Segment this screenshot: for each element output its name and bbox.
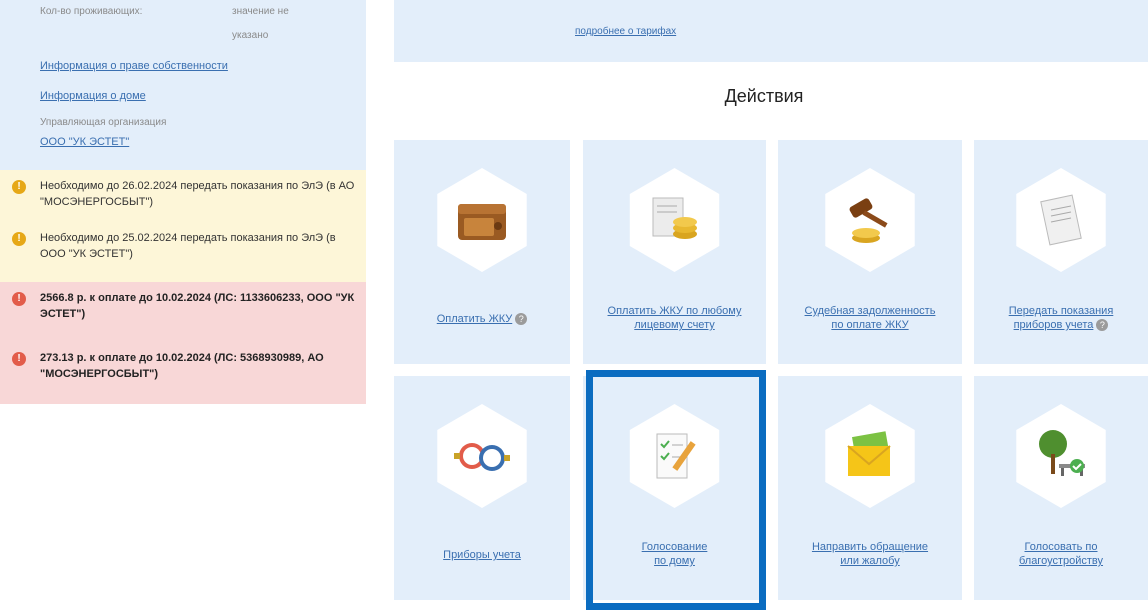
notice-item: ! 273.13 р. к оплате до 10.02.2024 (ЛС: … (0, 342, 366, 404)
exclamation-icon: ! (12, 232, 26, 246)
tile-label-line2[interactable]: по оплате ЖКУ (784, 318, 956, 332)
notice-text: 273.13 р. к оплате до 10.02.2024 (ЛС: 53… (40, 352, 324, 380)
coins-document-icon (652, 197, 697, 239)
management-company-link[interactable]: ООО "УК ЭСТЕТ" (40, 136, 129, 148)
tile-label-line2[interactable]: или жалобу (784, 554, 956, 568)
help-icon[interactable]: ? (515, 313, 528, 326)
notice-item: ! Необходимо до 25.02.2024 передать пока… (0, 222, 366, 282)
notice-text: Необходимо до 26.02.2024 передать показа… (40, 180, 355, 208)
exclamation-icon: ! (12, 292, 26, 306)
document-icon (1040, 194, 1082, 246)
tree-bench-icon (1039, 430, 1085, 476)
tile-label[interactable]: Приборы учета (443, 549, 521, 561)
gavel-icon (849, 198, 888, 243)
tile-label[interactable]: Судебная задолженность (784, 304, 956, 318)
tile-label-line2[interactable]: приборов учета (1014, 319, 1094, 331)
notice-text: 2566.8 р. к оплате до 10.02.2024 (ЛС: 11… (40, 292, 355, 320)
tile-court-debt[interactable]: Судебная задолженность по оплате ЖКУ (778, 140, 962, 364)
tile-label[interactable]: Передать показания (980, 304, 1142, 318)
tile-pay-any-account[interactable]: Оплатить ЖКУ по любому лицевому счету (583, 140, 766, 364)
notice-text: Необходимо до 25.02.2024 передать показа… (40, 232, 336, 260)
residents-value-2: указано (232, 30, 269, 41)
ownership-info-link[interactable]: Информация о праве собственности (40, 60, 228, 72)
tile-submit-readings[interactable]: Передать показания приборов учета? (974, 140, 1148, 364)
notice-item: ! Необходимо до 26.02.2024 передать пока… (0, 170, 366, 222)
tile-label[interactable]: Голосовать по (980, 540, 1142, 554)
tile-vote-improvement[interactable]: Голосовать по благоустройству (974, 376, 1148, 600)
management-label: Управляющая организация (40, 117, 167, 128)
tariff-panel: подробнее о тарифах (394, 0, 1148, 62)
wallet-icon (458, 204, 506, 240)
tile-label[interactable]: Направить обращение (784, 540, 956, 554)
tariff-details-link[interactable]: подробнее о тарифах (575, 26, 676, 37)
actions-title: Действия (724, 86, 804, 106)
tile-label[interactable]: Оплатить ЖКУ (437, 313, 513, 325)
tile-label-line2[interactable]: лицевому счету (589, 318, 760, 332)
notice-item: ! 2566.8 р. к оплате до 10.02.2024 (ЛС: … (0, 282, 366, 342)
tile-meters[interactable]: Приборы учета (394, 376, 570, 600)
exclamation-icon: ! (12, 180, 26, 194)
tile-send-complaint[interactable]: Направить обращение или жалобу (778, 376, 962, 600)
residents-value: значение не (232, 6, 289, 17)
residents-label: Кол-во проживающих: (40, 6, 143, 17)
tile-label[interactable]: Оплатить ЖКУ по любому (589, 304, 760, 318)
sidebar: Кол-во проживающих: значение не указано … (0, 0, 366, 610)
tile-pay-utilities[interactable]: Оплатить ЖКУ? (394, 140, 570, 364)
help-icon[interactable]: ? (1096, 319, 1109, 332)
envelope-icon (847, 431, 891, 476)
exclamation-icon: ! (12, 352, 26, 366)
tile-label-line2[interactable]: благоустройству (980, 554, 1142, 568)
house-info-link[interactable]: Информация о доме (40, 90, 146, 102)
highlight-frame (586, 370, 766, 610)
account-info-panel: Кол-во проживающих: значение не указано … (0, 0, 366, 170)
water-meter-icon (454, 443, 510, 471)
